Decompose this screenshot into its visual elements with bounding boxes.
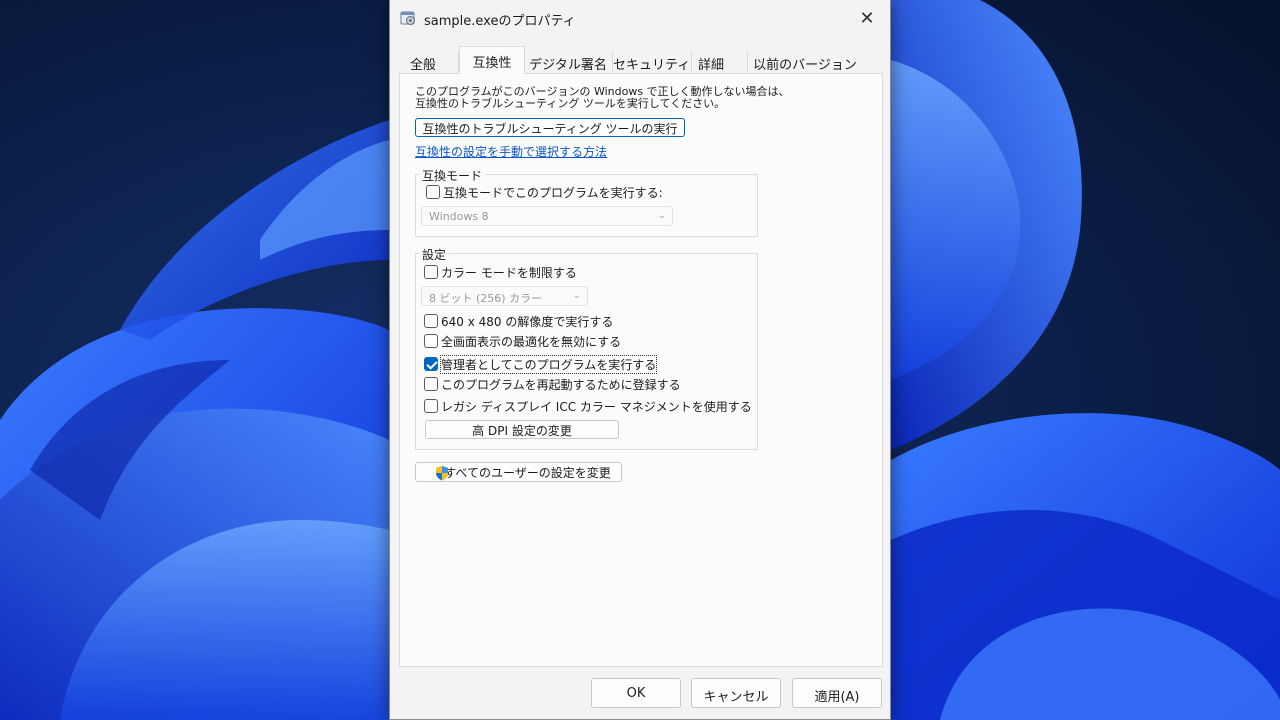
reduced-color-label: カラー モードを制限する — [441, 265, 577, 280]
change-all-users-button[interactable]: すべてのユーザーの設定を変更 — [415, 462, 622, 482]
run-as-admin-label: 管理者としてこのプログラムを実行する — [439, 354, 658, 374]
tab-digital-signatures[interactable]: デジタル署名 — [528, 50, 608, 74]
apply-button[interactable]: 適用(A) — [792, 678, 882, 708]
run-troubleshooter-button[interactable]: 互換性のトラブルシューティング ツールの実行 — [415, 118, 685, 137]
change-all-users-label: すべてのユーザーの設定を変更 — [444, 466, 611, 480]
compat-mode-select-value: Windows 8 — [429, 210, 489, 223]
manual-settings-link[interactable]: 互換性の設定を手動で選択する方法 — [415, 143, 607, 160]
legacy-icc-label: レガシ ディスプレイ ICC カラー マネジメントを使用する — [441, 399, 752, 414]
compat-mode-group: 互換モード 互換モードでこのプログラムを実行する: Windows 8 ⌄ — [415, 167, 758, 237]
register-restart-checkbox[interactable] — [424, 377, 438, 391]
run-as-admin-checkbox[interactable] — [424, 357, 438, 371]
tab-strip: 全般 互換性 デジタル署名 セキュリティ 詳細 以前のバージョン — [398, 46, 884, 74]
res-640-label: 640 x 480 の解像度で実行する — [441, 314, 614, 329]
intro-text: このプログラムがこのバージョンの Windows で正しく動作しない場合は、 互… — [415, 86, 790, 110]
compat-mode-checkbox-row[interactable]: 互換モードでこのプログラムを実行する: — [426, 183, 663, 201]
window-title: sample.exeのプロパティ — [424, 14, 576, 29]
tab-separator — [747, 52, 748, 72]
title-bar[interactable]: sample.exeのプロパティ ✕ — [390, 0, 890, 38]
close-icon: ✕ — [859, 7, 875, 29]
properties-dialog: sample.exeのプロパティ ✕ 全般 互換性 デジタル署名 セキュリティ … — [389, 0, 891, 720]
reduced-color-checkbox[interactable] — [424, 265, 438, 279]
res-640-row[interactable]: 640 x 480 の解像度で実行する — [424, 312, 613, 330]
compat-mode-group-label: 互換モード — [419, 167, 486, 184]
compat-mode-select[interactable]: Windows 8 ⌄ — [421, 206, 673, 226]
disable-fullscreen-opt-checkbox[interactable] — [424, 334, 438, 348]
tab-compatibility[interactable]: 互換性 — [459, 46, 525, 74]
reduced-color-row[interactable]: カラー モードを制限する — [424, 263, 577, 281]
intro-line-2: 互換性のトラブルシューティング ツールを実行してください。 — [415, 97, 726, 110]
tab-security[interactable]: セキュリティ — [613, 50, 690, 74]
compat-mode-checkbox[interactable] — [426, 185, 440, 199]
chevron-down-icon: ⌄ — [572, 290, 581, 301]
tab-general[interactable]: 全般 — [398, 50, 448, 74]
color-mode-select-value: 8 ビット (256) カラー — [429, 292, 543, 305]
run-as-admin-row[interactable]: 管理者としてこのプログラムを実行する — [424, 354, 658, 374]
register-restart-label: このプログラムを再起動するために登録する — [441, 377, 681, 392]
disable-fullscreen-opt-row[interactable]: 全画面表示の最適化を無効にする — [424, 332, 621, 350]
compatibility-panel: このプログラムがこのバージョンの Windows で正しく動作しない場合は、 互… — [399, 73, 883, 667]
high-dpi-settings-button[interactable]: 高 DPI 設定の変更 — [425, 420, 619, 439]
register-restart-row[interactable]: このプログラムを再起動するために登録する — [424, 375, 681, 393]
tab-details[interactable]: 詳細 — [692, 50, 730, 74]
properties-icon — [400, 11, 415, 25]
uac-shield-icon — [436, 466, 448, 481]
settings-group-label: 設定 — [419, 246, 450, 263]
settings-group: 設定 カラー モードを制限する 8 ビット (256) カラー ⌄ 640 x … — [415, 246, 758, 450]
chevron-down-icon: ⌄ — [657, 210, 666, 221]
cancel-button[interactable]: キャンセル — [691, 678, 781, 708]
legacy-icc-row[interactable]: レガシ ディスプレイ ICC カラー マネジメントを使用する — [424, 397, 752, 415]
legacy-icc-checkbox[interactable] — [424, 399, 438, 413]
res-640-checkbox[interactable] — [424, 314, 438, 328]
close-button[interactable]: ✕ — [844, 0, 890, 36]
compat-mode-checkbox-label: 互換モードでこのプログラムを実行する: — [443, 185, 663, 200]
ok-button[interactable]: OK — [591, 678, 681, 708]
tab-previous-versions[interactable]: 以前のバージョン — [750, 50, 860, 74]
color-mode-select[interactable]: 8 ビット (256) カラー ⌄ — [421, 286, 588, 306]
disable-fullscreen-opt-label: 全画面表示の最適化を無効にする — [441, 334, 622, 349]
